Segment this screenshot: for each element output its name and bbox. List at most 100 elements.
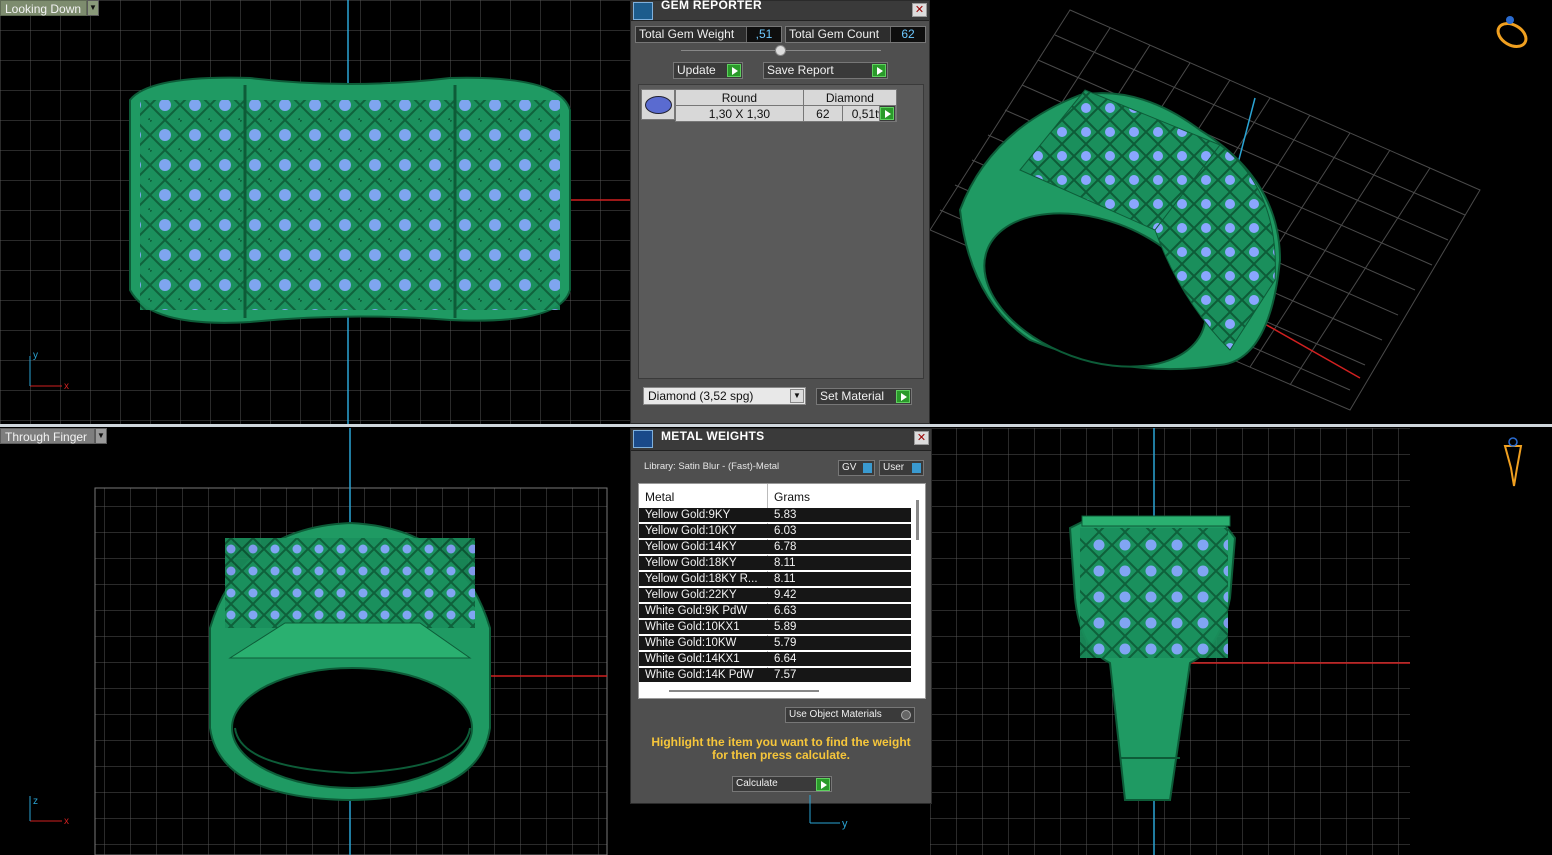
table-row[interactable]: White Gold:10KX1 5.89 [639, 620, 911, 635]
metal-name: White Gold:10KX1 [645, 621, 740, 633]
through-finger-scene: x z [29, 428, 608, 855]
viewport-divider[interactable] [0, 424, 1552, 427]
play-icon [896, 390, 910, 403]
gem-thumbnail[interactable] [641, 89, 675, 120]
gem-reporter-icon [633, 2, 653, 20]
gem-row-details-button[interactable] [879, 105, 896, 122]
chevron-down-icon: ▼ [790, 389, 804, 403]
gem-size: 1,30 X 1,30 [675, 105, 804, 122]
axis-y-label: y [842, 818, 848, 830]
table-row[interactable]: White Gold:10KW 5.79 [639, 636, 911, 651]
total-gem-weight-value: ,51 [746, 27, 781, 42]
horizontal-scrollbar[interactable] [669, 690, 819, 692]
metal-name: Yellow Gold:18KY [645, 557, 737, 569]
material-select[interactable]: Diamond (3,52 spg) ▼ [643, 387, 806, 405]
total-gem-count-field: Total Gem Count 62 [785, 26, 926, 43]
set-material-label: Set Material [820, 389, 885, 403]
ring-side-view-icon[interactable] [1503, 437, 1523, 487]
viewport-perspective[interactable] [930, 0, 1552, 424]
metal-weights-icon [633, 430, 653, 448]
metal-grams: 9.42 [774, 589, 797, 601]
table-row[interactable]: Yellow Gold:22KY 9.42 [639, 588, 911, 603]
looking-down-scene: x y [0, 0, 630, 424]
metal-name: Yellow Gold:10KY [645, 525, 737, 537]
toggle-indicator-icon [912, 463, 921, 473]
metal-grams: 7.57 [774, 669, 797, 681]
play-icon [880, 107, 894, 120]
metal-grams: 5.89 [774, 621, 797, 633]
use-object-materials-button[interactable]: Use Object Materials [785, 707, 915, 723]
table-row[interactable]: White Gold:9K PdW 6.63 [639, 604, 911, 619]
total-gem-weight-field: Total Gem Weight ,51 [635, 26, 782, 43]
gem-material: Diamond [802, 89, 898, 106]
metal-name: Yellow Gold:14KY [645, 541, 737, 553]
metal-name: Yellow Gold:9KY [645, 509, 731, 521]
panel-title: METAL WEIGHTS [661, 429, 765, 443]
viewport-through-finger[interactable]: x z Through Finger ▼ [0, 428, 630, 855]
gem-row-table[interactable]: Round Diamond 1,30 X 1,30 62 0,51tw [675, 89, 898, 122]
collapse-icon[interactable] [775, 45, 786, 56]
gem-reporter-titlebar[interactable]: GEM REPORTER ✕ [631, 0, 929, 21]
table-row[interactable]: Yellow Gold:9KY 5.83 [639, 508, 911, 523]
user-toggle[interactable]: User [879, 460, 924, 476]
metal-grams: 6.03 [774, 525, 797, 537]
use-object-materials-label: Use Object Materials [789, 709, 882, 720]
metal-weights-panel: METAL WEIGHTS ✕ Library: Satin Blur - (F… [630, 428, 932, 804]
metal-grams: 5.79 [774, 637, 797, 649]
total-gem-weight-label: Total Gem Weight [636, 27, 746, 42]
calculate-label: Calculate [736, 778, 778, 789]
grams-column-header[interactable]: Grams [774, 490, 810, 504]
update-button[interactable]: Update [673, 62, 743, 79]
metal-grams: 8.11 [774, 557, 796, 569]
close-icon[interactable]: ✕ [912, 3, 927, 17]
viewport-side[interactable] [930, 428, 1552, 855]
save-report-button[interactable]: Save Report [763, 62, 888, 79]
save-report-label: Save Report [767, 63, 834, 77]
hint-line-2: for then press calculate. [711, 748, 851, 762]
metal-column-header[interactable]: Metal [645, 490, 674, 504]
material-select-value: Diamond (3,52 spg) [648, 389, 754, 403]
table-row[interactable]: Yellow Gold:14KY 6.78 [639, 540, 911, 555]
metal-name: White Gold:9K PdW [645, 605, 748, 617]
view-name-label[interactable]: Through Finger [0, 428, 95, 444]
hint-line-1: Highlight the item you want to find the … [651, 735, 911, 749]
viewport-looking-down[interactable]: x y Looking Down ▼ [0, 0, 630, 424]
view-dropdown-button[interactable]: ▼ [95, 428, 107, 444]
axis-z-label: z [33, 796, 38, 807]
view-name-label[interactable]: Looking Down [0, 0, 87, 16]
axis-y-label: y [33, 350, 38, 361]
gem-shape: Round [675, 89, 804, 106]
play-icon [872, 64, 886, 77]
set-material-button[interactable]: Set Material [816, 388, 912, 405]
panel-title: GEM REPORTER [661, 0, 762, 12]
metal-grams: 6.78 [774, 541, 797, 553]
gem-list-area [638, 84, 924, 379]
metal-grams: 5.83 [774, 509, 797, 521]
radio-icon [901, 710, 911, 720]
side-axis-indicator: y [809, 795, 848, 830]
vertical-scrollbar[interactable] [916, 500, 919, 540]
view-dropdown-button[interactable]: ▼ [87, 0, 99, 16]
metal-weights-table[interactable]: Metal Grams Yellow Gold:9KY 5.83 Yellow G… [638, 483, 926, 699]
axis-x-label: x [64, 381, 69, 392]
gem-reporter-panel: GEM REPORTER ✕ Total Gem Weight ,51 Tota… [630, 0, 930, 424]
metal-name: Yellow Gold:22KY [645, 589, 737, 601]
library-label: Library: Satin Blur - (Fast)-Metal [644, 461, 780, 472]
round-gem-icon [645, 96, 672, 114]
metal-name: White Gold:14KX1 [645, 653, 740, 665]
ring-view-icon[interactable] [1494, 16, 1530, 51]
axis-x-label: x [64, 816, 69, 827]
metal-weights-titlebar[interactable]: METAL WEIGHTS ✕ [631, 429, 931, 451]
gv-toggle[interactable]: GV [838, 460, 875, 476]
metal-grams: 6.64 [774, 653, 797, 665]
table-row[interactable]: White Gold:14KX1 6.64 [639, 652, 911, 667]
perspective-scene [930, 9, 1530, 411]
table-row[interactable]: Yellow Gold:10KY 6.03 [639, 524, 911, 539]
jewelry-cad-workspace: x y Looking Down ▼ x z Through Finger ▼ … [0, 0, 1552, 855]
toggle-indicator-icon [863, 463, 872, 473]
table-row[interactable]: White Gold:14K PdW 7.57 [639, 668, 911, 683]
metal-grams: 6.63 [774, 605, 797, 617]
close-icon[interactable]: ✕ [914, 431, 929, 445]
table-row[interactable]: Yellow Gold:18KY 8.11 [639, 556, 911, 571]
table-row[interactable]: Yellow Gold:18KY R... 8.11 [639, 572, 911, 587]
